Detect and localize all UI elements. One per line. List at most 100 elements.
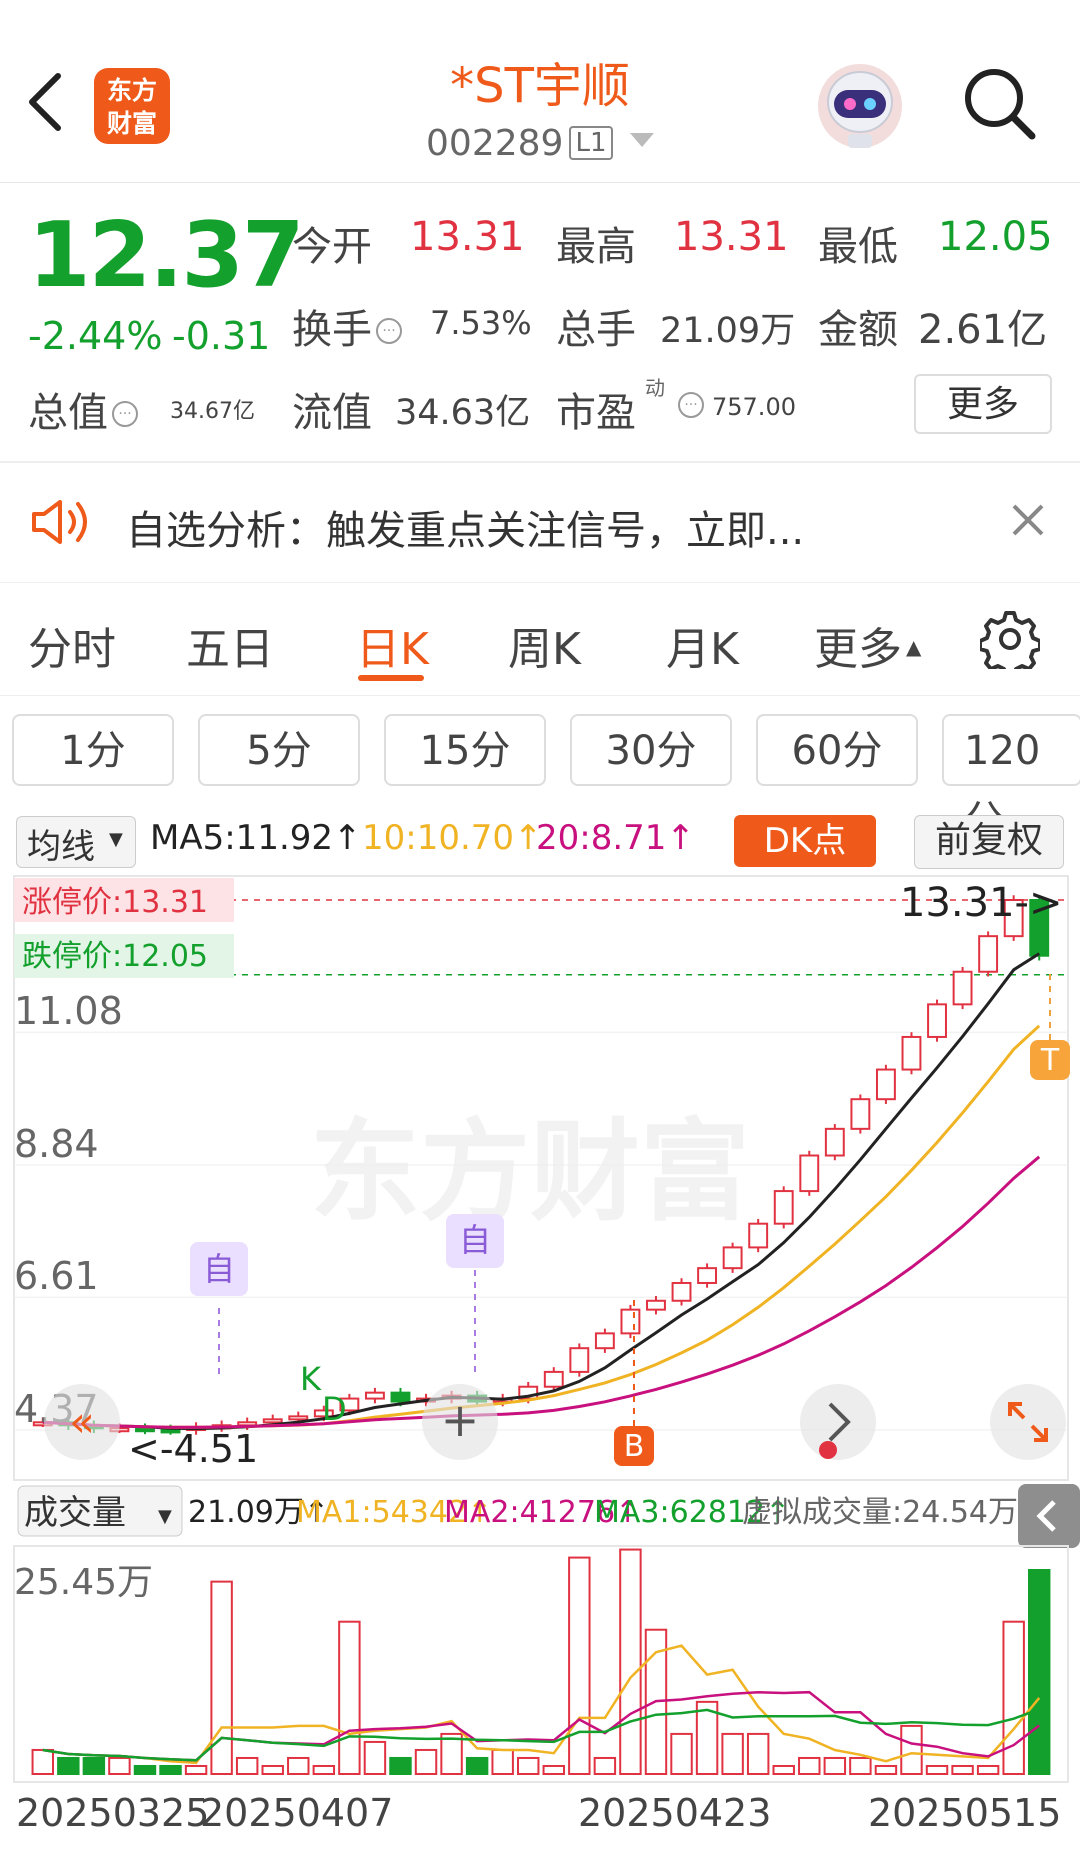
notice-bar[interactable]: 自选分析：触发重点关注信号，立即...: [0, 462, 1080, 580]
volume-bar: [568, 1556, 591, 1775]
price-tick-label: 11.08: [14, 989, 123, 1033]
open-value: 13.31: [410, 214, 525, 260]
tab-daily-k[interactable]: 日K: [356, 613, 429, 677]
candle: [569, 1347, 590, 1373]
date-tick-label: 20250407: [200, 1791, 393, 1835]
volume-bar: [1002, 1620, 1025, 1775]
last-price: 12.37: [28, 203, 305, 308]
info-icon[interactable]: ···: [376, 318, 402, 344]
volume-bar: [849, 1756, 872, 1776]
watermark-text: 东方财富: [310, 1108, 750, 1236]
date-tick-label: 20250515: [868, 1791, 1061, 1835]
period-5min[interactable]: 5分: [198, 714, 360, 786]
notice-text: 自选分析：触发重点关注信号，立即...: [126, 508, 805, 554]
volume-bar: [619, 1548, 642, 1776]
candle: [288, 1415, 309, 1421]
volume-bar: [82, 1756, 106, 1776]
volume-bar: [31, 1748, 54, 1775]
stock-name: *ST宇顺: [450, 58, 630, 114]
kline-chart[interactable]: 东方财富 11.088.846.614.37 涨停价:13.31 跌停价:12.…: [0, 870, 1080, 1870]
volume-bar: [363, 1740, 387, 1776]
tab-more[interactable]: 更多 ▲: [814, 613, 921, 677]
volume-bar: [465, 1756, 489, 1776]
period-15min[interactable]: 15分: [384, 714, 546, 786]
kchart-grid: [14, 899, 1068, 1431]
collapse-button[interactable]: [1018, 1484, 1080, 1548]
virtual-volume: 虚拟成交量:24.54万: [742, 1495, 1018, 1530]
candle: [850, 1098, 871, 1130]
volume-ma-lines-group: [42, 1644, 1041, 1765]
ma-selector-label: 均线: [27, 827, 95, 867]
period-1min[interactable]: 1分: [12, 714, 174, 786]
search-icon[interactable]: [960, 64, 1040, 144]
candle: [594, 1332, 615, 1350]
candle: [978, 935, 999, 973]
candle: [646, 1299, 666, 1311]
tab-monthly-k[interactable]: 月K: [666, 613, 739, 677]
high-label: 最高: [556, 224, 636, 270]
stock-code-row[interactable]: 002289 L1: [0, 123, 1080, 164]
speaker-icon: [32, 500, 87, 544]
volume-bar: [1028, 1569, 1051, 1775]
mark-b-text: B: [624, 1429, 645, 1464]
volume-bar: [746, 1732, 770, 1775]
red-dot-indicator: [819, 1441, 837, 1459]
candle: [927, 1003, 947, 1038]
volume-bar: [108, 1756, 131, 1776]
mark-k-text: K: [300, 1360, 322, 1398]
ma10-value: 10:10.70↑: [362, 818, 543, 858]
double-chevron-left-icon: «: [69, 1397, 95, 1446]
settings-gear-icon[interactable]: [980, 609, 1040, 669]
date-axis: 2025032520250407 20250423 20250515: [16, 1791, 1061, 1835]
period-30min[interactable]: 30分: [570, 714, 732, 786]
fullscreen-button[interactable]: [990, 1384, 1066, 1460]
tab-timeshare[interactable]: 分时: [28, 613, 116, 677]
volume-bar: [670, 1732, 693, 1775]
pe-value: 757.00: [712, 393, 796, 421]
info-icon[interactable]: ···: [112, 401, 138, 427]
plus-icon: +: [441, 1393, 480, 1447]
mktcap-label-text: 总值: [28, 390, 108, 436]
candle: [824, 1127, 845, 1157]
dk-point-button[interactable]: DK点: [734, 815, 876, 867]
pe-label: 市盈: [556, 390, 636, 436]
mktcap-label[interactable]: 总值 ···: [28, 380, 142, 438]
high-value: 13.31: [674, 214, 789, 260]
amount-value: 2.61亿: [918, 307, 1048, 353]
period-120min[interactable]: 120分: [942, 714, 1080, 844]
tab-weekly-k[interactable]: 周K: [508, 613, 581, 677]
next-button[interactable]: [800, 1384, 876, 1460]
robot-assistant-icon[interactable]: [812, 58, 908, 154]
ma5-value: MA5:11.92↑: [150, 818, 362, 858]
period-60min[interactable]: 60分: [756, 714, 918, 786]
pe-superscript: 动: [645, 376, 665, 400]
low-value: 12.05: [938, 214, 1053, 260]
date-tick-label: 20250423: [578, 1791, 771, 1835]
volume-bar: [772, 1764, 795, 1775]
candle: [901, 1035, 922, 1071]
chevron-down-icon: ▼: [158, 1506, 172, 1527]
turnover-label[interactable]: 换手 ···: [292, 297, 406, 355]
volume-ma2-line: [42, 1690, 1040, 1762]
price-tick-label: 8.84: [14, 1122, 99, 1166]
close-icon[interactable]: [1010, 502, 1046, 538]
more-button[interactable]: 更多: [914, 374, 1052, 434]
change-amount: -0.31: [172, 314, 271, 358]
candle: [952, 970, 973, 1006]
mark-zi-text: 自: [459, 1221, 491, 1259]
price-tick-label: 6.61: [14, 1254, 99, 1298]
info-icon[interactable]: ···: [678, 392, 704, 418]
turnover-value: 7.53%: [430, 304, 532, 342]
candle: [671, 1281, 692, 1302]
tab-five-day[interactable]: 五日: [186, 613, 274, 677]
volume-value: 21.09万: [660, 311, 796, 351]
adjust-selector[interactable]: 前复权: [914, 815, 1064, 869]
volume-bar: [414, 1748, 438, 1775]
volume-bar: [57, 1756, 80, 1776]
candle: [773, 1190, 794, 1225]
candle: [262, 1418, 283, 1424]
stock-code: 002289: [426, 123, 564, 164]
volume-bar: [593, 1756, 617, 1776]
ma-selector[interactable]: 均线 ▼: [16, 816, 136, 868]
high-marker: 13.31->: [900, 880, 1062, 926]
